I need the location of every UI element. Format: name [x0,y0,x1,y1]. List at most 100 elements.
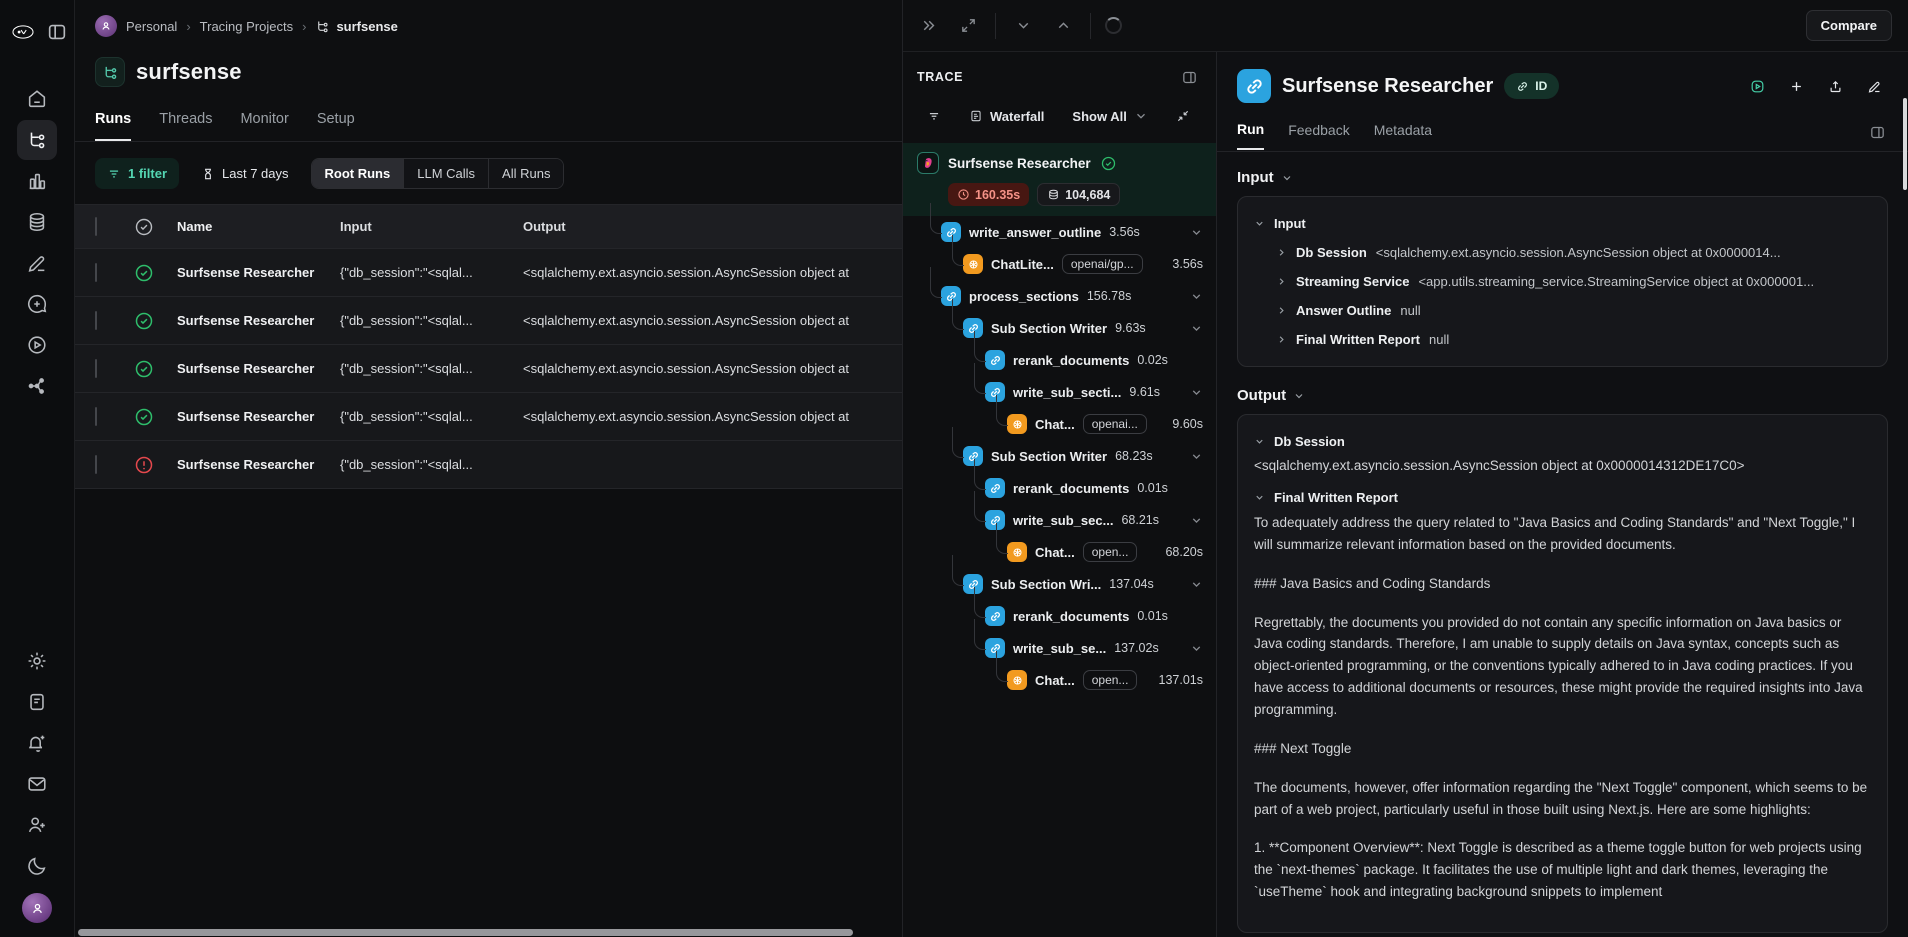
run-name[interactable]: Surfsense Researcher [177,313,340,328]
trace-node[interactable]: Chat...open...68.20s [903,536,1216,568]
trace-node[interactable]: process_sections156.78s [903,280,1216,312]
trace-node[interactable]: rerank_documents0.01s [903,600,1216,632]
sidebar-item-datasets[interactable] [17,202,57,242]
expand-fullscreen-icon[interactable] [955,13,981,39]
trace-node[interactable]: Chat...openai...9.60s [903,408,1216,440]
header-output[interactable]: Output [523,219,902,234]
vertical-scrollbar[interactable] [1903,98,1907,190]
sidebar-item-prompts[interactable] [17,284,57,324]
user-avatar[interactable] [22,893,52,923]
tab-threads[interactable]: Threads [159,111,212,141]
trace-root-run[interactable]: Surfsense Researcher 160.35s 104,684 [903,143,1216,216]
trace-node[interactable]: Chat...open...137.01s [903,664,1216,696]
chevron-down-icon[interactable] [1190,290,1203,303]
show-all-dropdown[interactable]: Show All [1062,101,1157,131]
tab-monitor[interactable]: Monitor [240,111,288,141]
row-checkbox[interactable] [95,407,97,426]
chevron-down-icon[interactable] [1190,322,1203,335]
sidebar-item-tracing[interactable] [17,120,57,160]
tab-setup[interactable]: Setup [317,111,355,141]
settings-gear-icon[interactable] [17,641,57,681]
workspace-avatar[interactable] [95,15,117,37]
tab-metadata[interactable]: Metadata [1374,122,1432,149]
chevron-down-icon[interactable] [1190,578,1203,591]
row-checkbox[interactable] [95,359,97,378]
input-root-row[interactable]: Input [1254,209,1871,238]
chevron-down-icon[interactable] [1190,226,1203,239]
trace-node[interactable]: write_sub_sec...68.21s [903,504,1216,536]
header-name[interactable]: Name [177,219,340,234]
row-checkbox[interactable] [95,311,97,330]
trace-node[interactable]: Sub Section Writer68.23s [903,440,1216,472]
trace-node[interactable]: Sub Section Writer9.63s [903,312,1216,344]
trace-filter-button[interactable] [917,101,951,131]
segment-all-runs[interactable]: All Runs [489,159,563,188]
trace-node[interactable]: write_sub_secti...9.61s [903,376,1216,408]
run-name[interactable]: Surfsense Researcher [177,409,340,424]
chevron-down-icon[interactable] [1190,386,1203,399]
trace-node[interactable]: rerank_documents0.01s [903,472,1216,504]
run-name[interactable]: Surfsense Researcher [177,265,340,280]
compare-button[interactable]: Compare [1806,10,1892,41]
input-field-row[interactable]: Db Session<sqlalchemy.ext.asyncio.sessio… [1254,238,1871,267]
table-row[interactable]: Surfsense Researcher {"db_session":"<sql… [75,248,902,296]
chevron-down-icon[interactable] [1190,514,1203,527]
chevron-down-icon[interactable] [1190,450,1203,463]
annotate-button[interactable] [1859,71,1890,102]
chevron-down-icon[interactable] [1190,642,1203,655]
segment-root-runs[interactable]: Root Runs [312,159,405,188]
table-row[interactable]: Surfsense Researcher {"db_session":"<sql… [75,296,902,344]
trace-node[interactable]: write_answer_outline3.56s [903,216,1216,248]
input-field-row[interactable]: Streaming Service<app.utils.streaming_se… [1254,267,1871,296]
waterfall-view-button[interactable]: Waterfall [959,101,1054,131]
segment-llm-calls[interactable]: LLM Calls [404,159,489,188]
docs-icon[interactable] [17,682,57,722]
share-run-button[interactable] [1820,71,1851,102]
collapse-all-button[interactable] [1166,101,1200,131]
trace-panel-toggle-icon[interactable] [1176,64,1202,90]
next-run-icon[interactable] [1010,13,1036,39]
tab-feedback[interactable]: Feedback [1288,122,1349,149]
table-row[interactable]: Surfsense Researcher {"db_session":"<sql… [75,344,902,392]
table-row[interactable]: Surfsense Researcher {"db_session":"<sql… [75,440,902,488]
row-checkbox[interactable] [95,455,97,474]
open-in-playground-button[interactable] [1742,71,1773,102]
horizontal-scrollbar[interactable] [78,929,853,936]
invite-user-icon[interactable] [17,805,57,845]
run-name[interactable]: Surfsense Researcher [177,457,340,472]
output-section-toggle[interactable]: Output [1237,387,1888,404]
tab-runs[interactable]: Runs [95,111,131,141]
add-to-dataset-button[interactable] [1781,71,1812,102]
trace-node[interactable]: write_sub_se...137.02s [903,632,1216,664]
sidebar-item-playground[interactable] [17,325,57,365]
trace-node[interactable]: Sub Section Wri...137.04s [903,568,1216,600]
input-field-row[interactable]: Final Written Reportnull [1254,325,1871,354]
sidebar-collapse-icon[interactable] [45,12,69,52]
tab-run[interactable]: Run [1237,121,1264,150]
trace-node[interactable]: rerank_documents0.02s [903,344,1216,376]
output-report-row[interactable]: Final Written Report [1254,483,1871,512]
input-section-toggle[interactable]: Input [1237,169,1888,186]
input-field-row[interactable]: Answer Outlinenull [1254,296,1871,325]
breadcrumb-project[interactable]: surfsense [315,19,397,34]
sidebar-item-deployments[interactable] [17,366,57,406]
run-name[interactable]: Surfsense Researcher [177,361,340,376]
row-checkbox[interactable] [95,263,97,282]
filter-count-button[interactable]: 1 filter [95,158,179,189]
output-db-session-row[interactable]: Db Session [1254,427,1871,456]
breadcrumb-tracing-projects[interactable]: Tracing Projects [200,19,293,34]
trace-node[interactable]: ChatLite...openai/gp...3.56s [903,248,1216,280]
sidebar-item-home[interactable] [17,79,57,119]
previous-run-icon[interactable] [1050,13,1076,39]
collapse-panel-icon[interactable] [915,13,941,39]
table-row[interactable]: Surfsense Researcher {"db_session":"<sql… [75,392,902,440]
select-all-checkbox[interactable] [95,217,97,236]
date-range-button[interactable]: Last 7 days [189,158,301,189]
breadcrumb-personal[interactable]: Personal [126,19,177,34]
dark-mode-moon-icon[interactable] [17,846,57,886]
mail-icon[interactable] [17,764,57,804]
run-id-pill[interactable]: ID [1504,73,1559,99]
notifications-bell-icon[interactable] [17,723,57,763]
header-input[interactable]: Input [340,219,523,234]
detail-panel-toggle-icon[interactable] [1864,119,1890,145]
